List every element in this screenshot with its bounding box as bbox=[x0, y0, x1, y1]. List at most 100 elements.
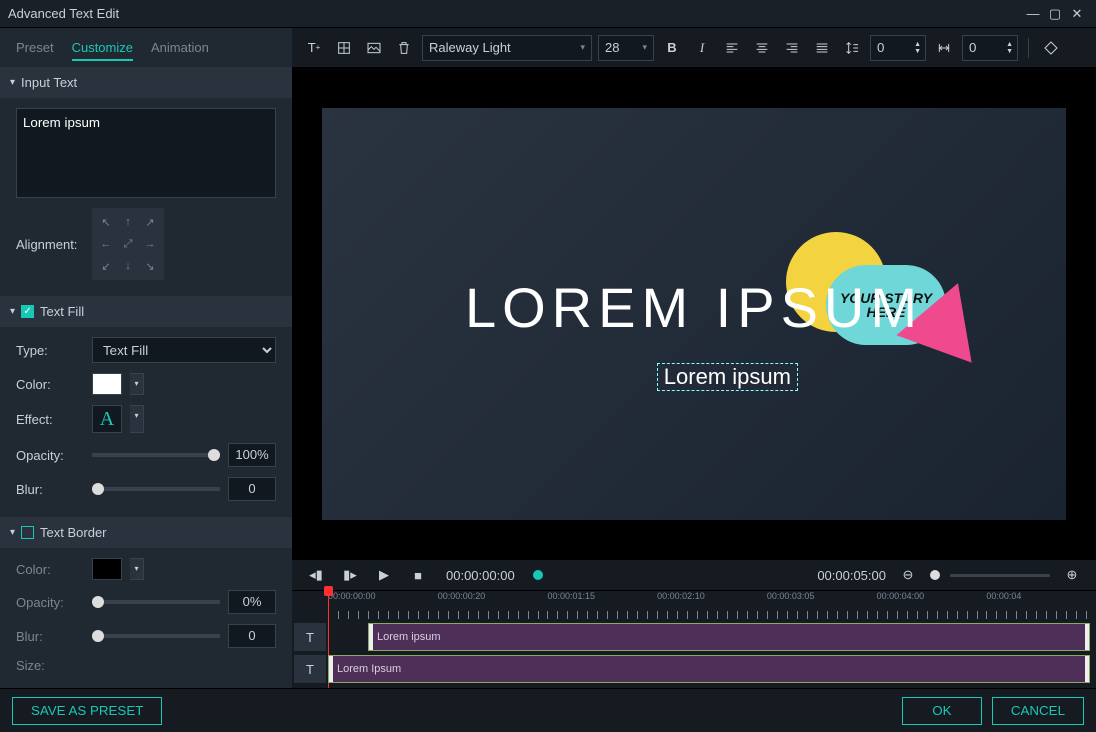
border-color-dropdown[interactable]: ▾ bbox=[130, 558, 144, 580]
next-frame-icon[interactable]: ▮▸ bbox=[338, 563, 362, 587]
align-ml[interactable]: ← bbox=[96, 234, 116, 254]
zoom-in-icon[interactable]: ⊕ bbox=[1060, 563, 1084, 587]
clip-2-label: Lorem Ipsum bbox=[337, 663, 401, 675]
font-select-value: Raleway Light bbox=[429, 40, 511, 55]
titlebar: Advanced Text Edit — ▢ ✕ bbox=[0, 0, 1096, 28]
align-center-icon[interactable] bbox=[750, 36, 774, 60]
font-select[interactable]: Raleway Light▾ bbox=[422, 35, 592, 61]
fill-opacity-value[interactable]: 100% bbox=[228, 443, 276, 467]
char-spacing-icon[interactable] bbox=[932, 36, 956, 60]
preview-main-text[interactable]: LOREM IPSUM bbox=[465, 275, 923, 340]
align-tc[interactable]: ↑ bbox=[118, 212, 138, 232]
text-fill-checkbox[interactable]: ✓ bbox=[21, 305, 34, 318]
timecode-current: 00:00:00:00 bbox=[446, 568, 515, 583]
prev-frame-icon[interactable]: ◂▮ bbox=[304, 563, 328, 587]
section-text-border[interactable]: ▾ Text Border bbox=[0, 517, 292, 548]
marker-start[interactable] bbox=[533, 570, 543, 580]
italic-button[interactable]: I bbox=[690, 36, 714, 60]
tab-preset[interactable]: Preset bbox=[16, 36, 54, 61]
clip-handle-right[interactable] bbox=[1085, 624, 1089, 650]
close-icon[interactable]: ✕ bbox=[1066, 6, 1088, 22]
track-header-text-2[interactable]: T bbox=[294, 655, 326, 683]
line-spacing-input[interactable]: ▲▼ bbox=[870, 35, 926, 61]
timecode-end: 00:00:05:00 bbox=[817, 568, 886, 583]
ruler-tick: 00:00:04 bbox=[986, 591, 1096, 601]
align-bc[interactable]: ↓ bbox=[118, 256, 138, 276]
tab-animation[interactable]: Animation bbox=[151, 36, 209, 61]
align-mr[interactable]: → bbox=[140, 234, 160, 254]
preview-area[interactable]: YOUR STORY HERE LOREM IPSUM Lorem ipsum bbox=[292, 68, 1096, 560]
fill-color-swatch[interactable] bbox=[92, 373, 122, 395]
border-blur-label: Blur: bbox=[16, 629, 84, 644]
chevron-down-icon: ▾ bbox=[10, 527, 15, 538]
border-color-swatch[interactable] bbox=[92, 558, 122, 580]
fill-blur-slider[interactable] bbox=[92, 487, 220, 491]
section-text-fill[interactable]: ▾ ✓ Text Fill bbox=[0, 296, 292, 327]
align-br[interactable]: ↘ bbox=[140, 256, 160, 276]
stop-icon[interactable]: ■ bbox=[406, 563, 430, 587]
input-text-field[interactable]: Lorem ipsum bbox=[16, 108, 276, 198]
text-border-checkbox[interactable] bbox=[21, 526, 34, 539]
text-toolbar: T+ Raleway Light▾ 28▾ B I ▲▼ ▲▼ bbox=[292, 28, 1096, 68]
transport-bar: ◂▮ ▮▸ ▶ ■ 00:00:00:00 00:00:05:00 ⊖ ⊕ bbox=[292, 560, 1096, 590]
sidebar: Preset Customize Animation ▾ Input Text … bbox=[0, 28, 292, 688]
tab-customize[interactable]: Customize bbox=[72, 36, 133, 61]
ruler-tick: 00:00:01:15 bbox=[547, 591, 657, 601]
minimize-icon[interactable]: — bbox=[1022, 6, 1044, 21]
bold-button[interactable]: B bbox=[660, 36, 684, 60]
line-spacing-icon[interactable] bbox=[840, 36, 864, 60]
fill-color-dropdown[interactable]: ▾ bbox=[130, 373, 144, 395]
preview-editable-text[interactable]: Lorem ipsum bbox=[657, 363, 798, 391]
fill-color-label: Color: bbox=[16, 377, 84, 392]
clip-handle-left[interactable] bbox=[329, 656, 333, 682]
ruler-tick: 00:00:00:00 bbox=[328, 591, 438, 601]
ruler-tick: 00:00:00:20 bbox=[438, 591, 548, 601]
zoom-out-icon[interactable]: ⊖ bbox=[896, 563, 920, 587]
fill-opacity-slider[interactable] bbox=[92, 453, 220, 457]
fill-effect-preview[interactable]: A bbox=[92, 405, 122, 433]
clip-handle-right[interactable] bbox=[1085, 656, 1089, 682]
align-tr[interactable]: ↗ bbox=[140, 212, 160, 232]
align-bl[interactable]: ↙ bbox=[96, 256, 116, 276]
zoom-knob[interactable] bbox=[930, 570, 940, 580]
fill-effect-dropdown[interactable]: ▾ bbox=[130, 405, 144, 433]
fill-effect-label: Effect: bbox=[16, 412, 84, 427]
align-right-icon[interactable] bbox=[780, 36, 804, 60]
clip-1[interactable]: Lorem ipsum bbox=[368, 623, 1090, 651]
border-opacity-value[interactable]: 0% bbox=[228, 590, 276, 614]
ok-button[interactable]: OK bbox=[902, 697, 982, 725]
clip-1-label: Lorem ipsum bbox=[377, 631, 441, 643]
track-header-text-1[interactable]: T bbox=[294, 623, 326, 651]
maximize-icon[interactable]: ▢ bbox=[1044, 6, 1066, 22]
fill-blur-value[interactable]: 0 bbox=[228, 477, 276, 501]
char-spacing-input[interactable]: ▲▼ bbox=[962, 35, 1018, 61]
clip-handle-left[interactable] bbox=[369, 624, 373, 650]
border-blur-slider[interactable] bbox=[92, 634, 220, 638]
diamond-icon[interactable] bbox=[1039, 36, 1063, 60]
border-opacity-label: Opacity: bbox=[16, 595, 84, 610]
select-icon[interactable] bbox=[332, 36, 356, 60]
border-opacity-slider[interactable] bbox=[92, 600, 220, 604]
fill-type-select[interactable]: Text Fill bbox=[92, 337, 276, 363]
align-mc[interactable]: ⤢ bbox=[118, 234, 138, 254]
chevron-down-icon: ▾ bbox=[10, 306, 15, 317]
align-justify-icon[interactable] bbox=[810, 36, 834, 60]
image-icon[interactable] bbox=[362, 36, 386, 60]
play-icon[interactable]: ▶ bbox=[372, 563, 396, 587]
section-input-text[interactable]: ▾ Input Text bbox=[0, 67, 292, 98]
timeline-tracks: T Lorem ipsum T Lorem Ipsum bbox=[292, 620, 1096, 688]
clip-2[interactable]: Lorem Ipsum bbox=[328, 655, 1090, 683]
trash-icon[interactable] bbox=[392, 36, 416, 60]
timeline-ruler[interactable]: 00:00:00:0000:00:00:2000:00:01:15 00:00:0… bbox=[292, 590, 1096, 620]
border-color-label: Color: bbox=[16, 562, 84, 577]
main-content: T+ Raleway Light▾ 28▾ B I ▲▼ ▲▼ bbox=[292, 28, 1096, 688]
add-text-icon[interactable]: T+ bbox=[302, 36, 326, 60]
fill-opacity-label: Opacity: bbox=[16, 448, 84, 463]
fill-type-label: Type: bbox=[16, 343, 84, 358]
save-as-preset-button[interactable]: SAVE AS PRESET bbox=[12, 697, 162, 725]
align-tl[interactable]: ↖ bbox=[96, 212, 116, 232]
font-size-select[interactable]: 28▾ bbox=[598, 35, 654, 61]
border-blur-value[interactable]: 0 bbox=[228, 624, 276, 648]
align-left-icon[interactable] bbox=[720, 36, 744, 60]
cancel-button[interactable]: CANCEL bbox=[992, 697, 1084, 725]
